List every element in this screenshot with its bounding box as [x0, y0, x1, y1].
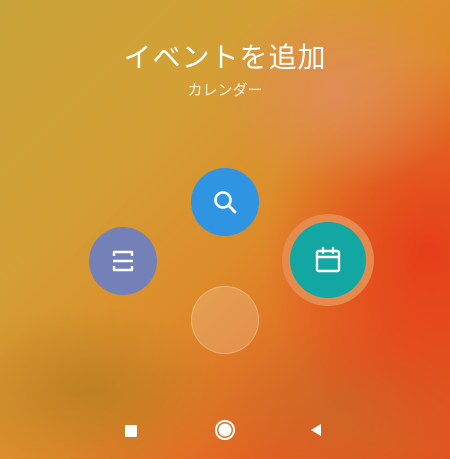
calendar-icon [313, 245, 343, 275]
header: イベントを追加 カレンダー [0, 40, 450, 100]
search-button[interactable] [191, 168, 259, 236]
center-handle[interactable] [191, 286, 259, 354]
recent-apps-icon [124, 423, 138, 442]
page-subtitle: カレンダー [187, 81, 263, 99]
back-icon [308, 422, 324, 442]
back-button[interactable] [296, 412, 336, 452]
recent-apps-button[interactable] [111, 412, 151, 452]
calendar-button[interactable] [290, 222, 366, 298]
scan-icon [109, 247, 137, 275]
search-icon [211, 188, 239, 216]
navigation-bar [0, 410, 450, 455]
home-button[interactable] [205, 412, 245, 452]
page-title: イベントを追加 [123, 41, 327, 74]
scan-button[interactable] [89, 227, 157, 295]
home-icon [214, 419, 236, 445]
